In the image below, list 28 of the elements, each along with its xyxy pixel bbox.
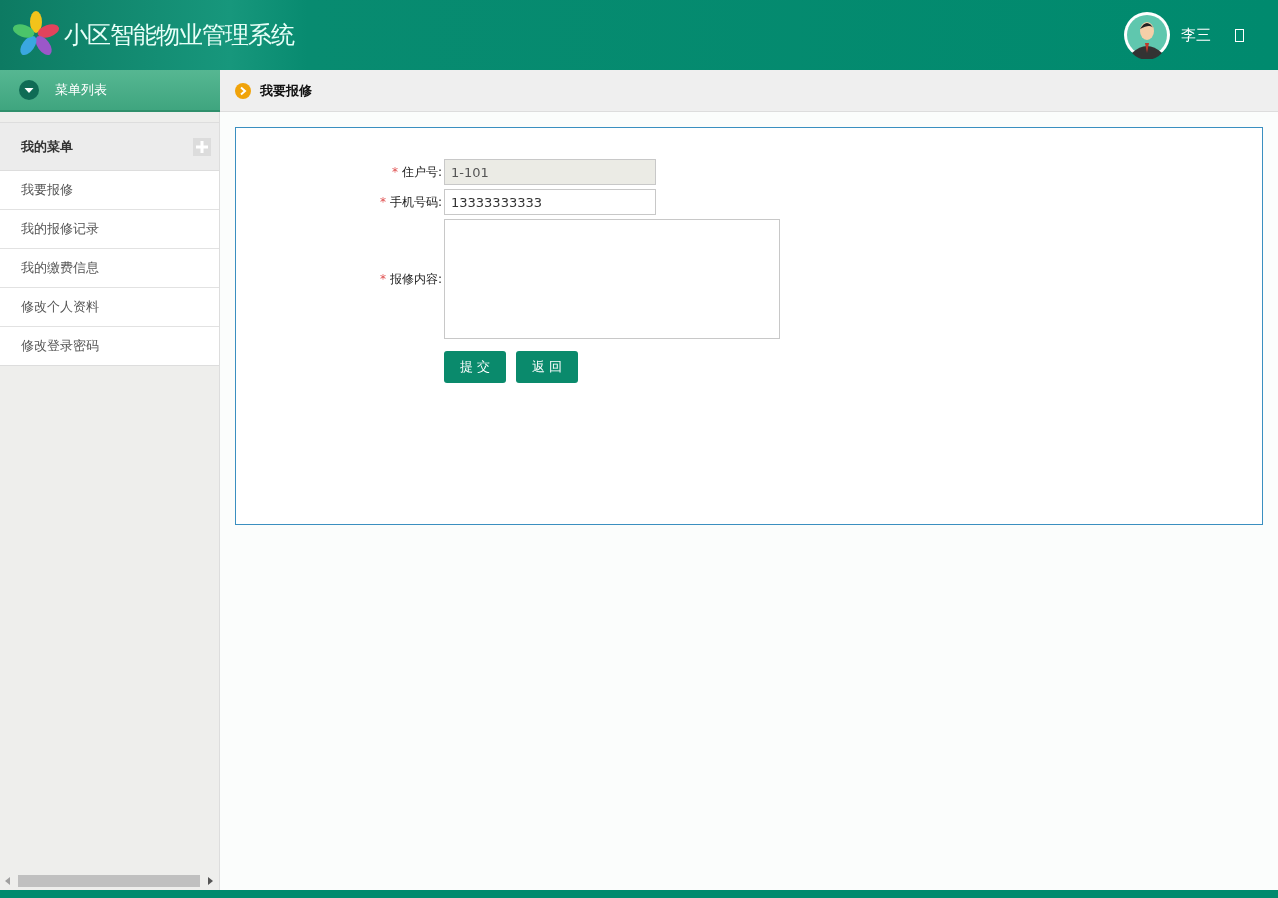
scroll-left-icon[interactable] <box>5 877 10 885</box>
user-name[interactable]: 李三 <box>1181 25 1211 45</box>
square-icon[interactable] <box>1235 28 1244 42</box>
form-button[interactable]: 返 回 <box>516 351 578 383</box>
menu-item[interactable]: 修改个人资料 <box>0 288 219 327</box>
menu-item[interactable]: 我的缴费信息 <box>0 249 219 288</box>
input-field[interactable]: 1-101 <box>444 159 656 185</box>
field-label: 报修内容: <box>389 270 442 288</box>
menu-item[interactable]: 我要报修 <box>0 171 219 210</box>
form-button[interactable]: 提 交 <box>444 351 506 383</box>
required-mark: * <box>391 165 398 179</box>
field-label: 手机号码: <box>389 193 442 211</box>
avatar-icon <box>1123 11 1171 59</box>
field-label: 住户号: <box>401 163 442 181</box>
input-field[interactable]: 13333333333 <box>444 189 656 215</box>
text-area[interactable] <box>444 219 780 339</box>
menu-item[interactable]: 修改登录密码 <box>0 327 219 365</box>
menu-item[interactable]: 我的报修记录 <box>0 210 219 249</box>
menu-title: 我的菜单 <box>21 137 73 156</box>
required-mark: * <box>379 195 386 209</box>
required-mark: * <box>379 272 386 286</box>
page-title: 我要报修 <box>260 81 312 100</box>
scroll-thumb[interactable] <box>18 875 200 887</box>
scroll-right-icon[interactable] <box>208 877 213 885</box>
plus-icon[interactable] <box>193 137 211 156</box>
dropdown-icon <box>19 80 39 100</box>
app-title: 小区智能物业管理系统 <box>64 20 294 51</box>
chevron-right-icon <box>235 82 251 99</box>
